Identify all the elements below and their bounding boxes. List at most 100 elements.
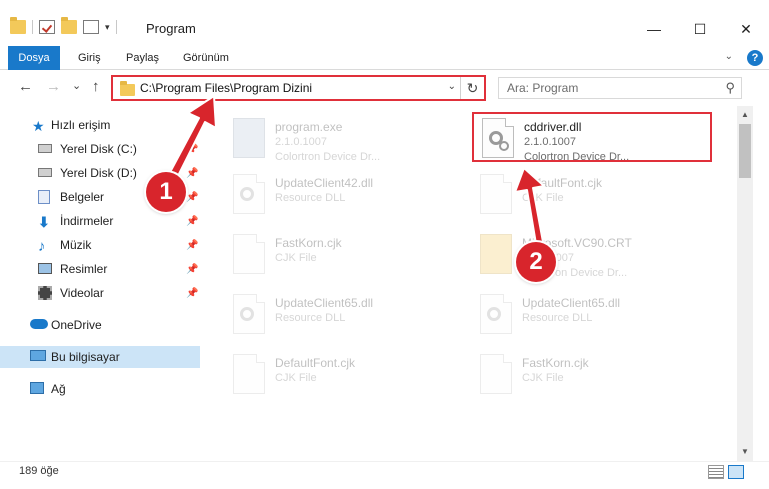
file-icon (233, 234, 265, 274)
file-version: 2.1.0.1007 (275, 136, 327, 148)
sidebar-item-disk-c[interactable]: Yerel Disk (C:) 📌 (0, 138, 200, 160)
file-item[interactable]: DefaultFont.cjk CJK File (472, 170, 712, 220)
file-item[interactable]: UpdateClient42.dll Resource DLL (225, 170, 465, 220)
sidebar-item-label: Videolar (60, 286, 104, 300)
dll-file-icon (480, 294, 512, 334)
pin-icon[interactable]: 📌 (186, 240, 198, 251)
videos-icon (38, 286, 52, 300)
forward-button[interactable]: → (46, 78, 61, 95)
cloud-icon (30, 319, 48, 329)
window-title: Program (146, 21, 196, 36)
sidebar-item-videos[interactable]: Videolar 📌 (0, 282, 200, 304)
file-name: FastKorn.cjk (275, 236, 342, 250)
file-icon (480, 174, 512, 214)
file-list: program.exe 2.1.0.1007 Colortron Device … (205, 106, 737, 461)
file-description: Colortron Device Dr... (275, 151, 381, 163)
close-button[interactable]: ✕ (723, 14, 769, 44)
search-input[interactable]: Ara: Program ⚲ (498, 77, 742, 99)
pin-icon[interactable]: 📌 (186, 144, 198, 155)
chevron-down-icon[interactable]: ⌄ (725, 51, 733, 62)
sidebar-item-downloads[interactable]: ⬇ İndirmeler 📌 (0, 210, 200, 232)
new-folder-icon[interactable] (61, 17, 77, 34)
address-path[interactable]: C:\Program Files\Program Dizini (140, 81, 312, 95)
file-item[interactable]: DefaultFont.cjk CJK File (225, 350, 465, 400)
scroll-down-icon[interactable]: ▼ (737, 445, 753, 459)
help-icon[interactable]: ? (747, 50, 763, 66)
pin-icon[interactable]: 📌 (186, 192, 198, 203)
file-type: Resource DLL (275, 312, 346, 324)
file-item[interactable]: UpdateClient65.dll Resource DLL (225, 290, 465, 340)
step-2-badge: 2 (516, 242, 556, 282)
sidebar-item-this-pc[interactable]: Bu bilgisayar (0, 346, 200, 368)
scroll-up-icon[interactable]: ▲ (737, 108, 753, 122)
file-item[interactable]: FastKorn.cjk CJK File (225, 230, 465, 280)
status-bar: 189 öğe (0, 461, 769, 489)
file-item[interactable]: FastKorn.cjk CJK File (472, 350, 712, 400)
separator (115, 20, 117, 34)
address-bar[interactable]: C:\Program Files\Program Dizini ⌄ ↻ (111, 75, 486, 101)
sidebar-item-quick-access[interactable]: ★ Hızlı erişim (0, 114, 200, 136)
file-name: UpdateClient65.dll (522, 296, 621, 310)
recent-locations-button[interactable]: ⌄ (72, 79, 81, 92)
qat-dropdown-icon[interactable]: ▾ (105, 22, 110, 33)
folder-icon (480, 234, 512, 274)
refresh-button[interactable]: ↻ (460, 77, 484, 99)
sidebar-item-label: Yerel Disk (D:) (60, 166, 137, 180)
star-icon: ★ (32, 118, 45, 134)
tab-file[interactable]: Dosya (8, 46, 60, 70)
file-name: DefaultFont.cjk (275, 356, 356, 370)
computer-icon (30, 350, 46, 361)
sidebar-item-pictures[interactable]: Resimler 📌 (0, 258, 200, 280)
file-name: UpdateClient65.dll (275, 296, 374, 310)
file-item[interactable]: UpdateClient65.dll Resource DLL (472, 290, 712, 340)
search-icon[interactable]: ⚲ (725, 80, 735, 96)
file-item[interactable]: Microsoft.VC90.CRT 2.1.0.1007 Colortron … (472, 230, 712, 280)
gear-icon (240, 307, 254, 321)
sidebar-item-network[interactable]: Ağ (0, 378, 200, 400)
up-button[interactable]: ↑ (92, 78, 100, 95)
sidebar-item-label: İndirmeler (60, 214, 114, 228)
pin-icon[interactable]: 📌 (186, 168, 198, 179)
file-type: CJK File (275, 252, 317, 264)
dll-file-icon (233, 294, 265, 334)
back-button[interactable]: ← (18, 78, 33, 95)
pin-icon[interactable]: 📌 (186, 288, 198, 299)
pin-icon[interactable]: 📌 (186, 264, 198, 275)
tab-share[interactable]: Paylaş (120, 46, 165, 70)
file-name: cddriver.dll (524, 120, 582, 134)
tab-home[interactable]: Giriş (72, 46, 107, 70)
documents-icon (38, 190, 50, 204)
details-view-button[interactable] (708, 465, 724, 479)
tab-view[interactable]: Görünüm (177, 46, 235, 70)
file-item[interactable]: program.exe 2.1.0.1007 Colortron Device … (225, 114, 465, 164)
pin-icon[interactable]: 📌 (186, 216, 198, 227)
drive-icon (38, 168, 52, 177)
sidebar-item-label: OneDrive (51, 318, 102, 332)
minimize-button[interactable]: — (631, 14, 677, 44)
file-item-cddriver[interactable]: cddriver.dll 2.1.0.1007 Colortron Device… (472, 112, 712, 163)
window-controls: — ☐ ✕ (631, 14, 769, 44)
file-description: Colortron Device Dr... (524, 151, 630, 163)
properties-check-icon[interactable] (39, 20, 55, 34)
tiles-view-button[interactable] (728, 465, 744, 479)
file-name: FastKorn.cjk (522, 356, 589, 370)
scroll-thumb[interactable] (739, 124, 751, 178)
sidebar-item-label: Belgeler (60, 190, 105, 204)
folder-icon (120, 81, 135, 96)
title-bar: ▾ Program — ☐ ✕ (0, 0, 769, 46)
executable-icon (233, 118, 265, 158)
customize-icon[interactable] (83, 20, 99, 34)
vertical-scrollbar[interactable]: ▲ ▼ (737, 106, 753, 461)
sidebar-item-onedrive[interactable]: OneDrive (0, 314, 200, 336)
sidebar-item-label: Ağ (51, 382, 66, 396)
gear-icon (240, 187, 254, 201)
dll-file-icon (233, 174, 265, 214)
chevron-down-icon[interactable]: ⌄ (448, 81, 456, 92)
navigation-pane: ★ Hızlı erişim Yerel Disk (C:) 📌 Yerel D… (0, 106, 205, 461)
sidebar-item-music[interactable]: ♪ Müzik 📌 (0, 234, 200, 256)
sidebar-item-label: Müzik (60, 238, 92, 252)
maximize-button[interactable]: ☐ (677, 14, 723, 44)
file-icon (233, 354, 265, 394)
step-1-badge: 1 (146, 172, 186, 212)
ribbon-tabs: Dosya Giriş Paylaş Görünüm ⌄ ? (0, 46, 769, 70)
